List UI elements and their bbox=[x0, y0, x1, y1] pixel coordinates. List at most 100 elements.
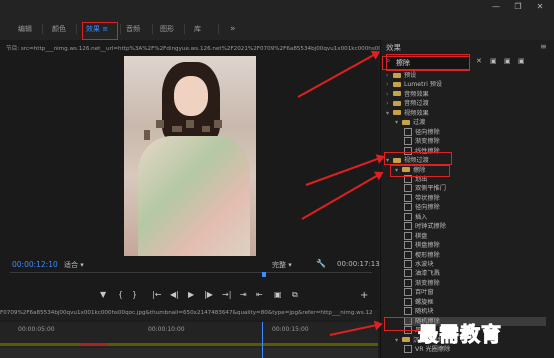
tree-effect-item[interactable]: 时钟式擦除 bbox=[404, 222, 546, 231]
tab-divider bbox=[184, 24, 185, 34]
effects-panel-title[interactable]: 效果 bbox=[386, 42, 401, 53]
yuv-effects-icon[interactable]: ▣ bbox=[518, 57, 526, 65]
tab-libraries[interactable]: 库 bbox=[194, 22, 201, 36]
folder-icon bbox=[393, 91, 401, 97]
tree-effect-item[interactable]: 带状擦除 bbox=[404, 193, 546, 203]
effect-icon bbox=[404, 184, 412, 193]
chevron-right-icon[interactable]: › bbox=[386, 71, 393, 80]
tab-color[interactable]: 颜色 bbox=[52, 22, 66, 36]
tree-effect-item[interactable]: 楔形擦除 bbox=[404, 250, 546, 260]
step-forward-button[interactable]: |▶ bbox=[204, 290, 213, 299]
tree-item-label: 楔形擦除 bbox=[415, 251, 440, 259]
32bit-effects-icon[interactable]: ▣ bbox=[504, 57, 512, 65]
tree-item-label: 棋盘 bbox=[415, 232, 428, 240]
folder-icon bbox=[393, 100, 401, 106]
tree-folder[interactable]: › 预设 bbox=[386, 71, 546, 80]
mark-in-button[interactable]: { bbox=[118, 290, 123, 299]
tree-effect-item[interactable]: 螺旋框 bbox=[404, 297, 546, 307]
effect-icon bbox=[404, 241, 412, 250]
timeline-tab[interactable]: F0709%2F6a85534bj00qvu1x001kc000hs00qoc.… bbox=[0, 310, 378, 320]
tree-effect-item[interactable]: 随机块 bbox=[404, 307, 546, 316]
annotation-box-wipe bbox=[390, 165, 450, 177]
annotation-box-search bbox=[386, 54, 470, 71]
tree-folder[interactable]: ▾ 过渡 bbox=[395, 118, 546, 127]
restore-icon[interactable]: ❐ bbox=[512, 2, 524, 12]
chevron-down-icon[interactable]: ▾ bbox=[386, 109, 393, 118]
tree-effect-item[interactable]: 径向擦除 bbox=[404, 127, 546, 137]
extract-button[interactable]: ⇤ bbox=[256, 290, 263, 299]
current-timecode[interactable]: 00:00:12:10 bbox=[12, 260, 58, 269]
panel-menu-icon[interactable]: ≡ bbox=[540, 42, 547, 51]
tree-effect-item[interactable]: 渐变擦除 bbox=[404, 137, 546, 146]
tree-item-label: 音频过渡 bbox=[404, 100, 429, 108]
tab-divider bbox=[152, 24, 153, 34]
add-marker-button[interactable]: ▼ bbox=[100, 290, 106, 299]
export-frame-icon[interactable]: ▣ bbox=[274, 290, 282, 299]
tree-item-label: 径向擦除 bbox=[415, 128, 440, 136]
video-track[interactable] bbox=[0, 348, 378, 358]
tree-effect-item[interactable]: 径向擦除 bbox=[404, 203, 546, 212]
chevron-down-icon[interactable]: ▾ bbox=[395, 118, 402, 127]
mark-out-button[interactable]: } bbox=[132, 290, 137, 299]
effect-icon bbox=[404, 269, 412, 278]
effect-icon bbox=[404, 260, 412, 268]
tree-item-label: 带状擦除 bbox=[415, 194, 440, 202]
zoom-select[interactable]: 适合 ▾ bbox=[64, 260, 84, 270]
ruler-label: 00:00:10:00 bbox=[148, 326, 185, 333]
tree-effect-item[interactable]: 水波块 bbox=[404, 260, 546, 269]
monitor-scrubber[interactable] bbox=[10, 272, 372, 279]
tree-folder[interactable]: › 音频过渡 bbox=[386, 99, 546, 108]
tree-effect-item[interactable]: 棋盘擦除 bbox=[404, 241, 546, 250]
tab-edit[interactable]: 编辑 bbox=[18, 22, 32, 36]
tree-effect-item[interactable]: 百叶窗 bbox=[404, 288, 546, 297]
effect-icon bbox=[404, 250, 412, 259]
close-icon[interactable]: ✕ bbox=[534, 2, 546, 12]
tree-item-label: 百叶窗 bbox=[415, 289, 434, 297]
clear-search-icon[interactable]: ✕ bbox=[476, 57, 484, 65]
chevron-down-icon[interactable]: ▾ bbox=[395, 336, 402, 345]
annotation-box-effects-tab bbox=[82, 22, 118, 40]
effect-icon bbox=[404, 203, 412, 212]
tab-divider bbox=[76, 24, 77, 34]
tree-effect-item[interactable]: 渐变擦除 bbox=[404, 278, 546, 288]
tree-folder[interactable]: ▾ 视频效果 bbox=[386, 109, 546, 118]
comparison-view-icon[interactable]: ⧉ bbox=[292, 290, 298, 300]
watermark-logo: 最需教育 bbox=[418, 322, 502, 347]
tree-effect-item[interactable]: 双侧平推门 bbox=[404, 184, 546, 193]
button-editor-icon[interactable]: + bbox=[360, 290, 368, 301]
tab-divider bbox=[120, 24, 121, 34]
more-workspaces-icon[interactable]: » bbox=[230, 22, 236, 36]
effect-icon bbox=[404, 222, 412, 231]
lift-button[interactable]: ⇥ bbox=[240, 290, 247, 299]
playhead-marker[interactable] bbox=[262, 272, 266, 277]
tree-item-label: Lumetri 预设 bbox=[404, 81, 443, 89]
accelerated-effects-icon[interactable]: ▣ bbox=[490, 57, 498, 65]
tab-graphics[interactable]: 图形 bbox=[160, 22, 174, 36]
tree-folder[interactable]: › 音频效果 bbox=[386, 90, 546, 99]
folder-icon bbox=[393, 72, 401, 78]
work-area-bar[interactable] bbox=[0, 343, 378, 346]
resolution-select[interactable]: 完整 ▾ bbox=[272, 260, 292, 270]
tree-item-label: 视频效果 bbox=[404, 109, 429, 117]
effect-icon bbox=[404, 137, 412, 146]
tree-item-label: 随机块 bbox=[415, 308, 434, 316]
tree-effect-item[interactable]: 油漆飞溅 bbox=[404, 269, 546, 278]
tree-item-label: 预设 bbox=[404, 72, 417, 79]
tree-item-label: 双侧平推门 bbox=[415, 185, 446, 193]
tree-folder[interactable]: › Lumetri 预设 bbox=[386, 80, 546, 89]
chevron-right-icon[interactable]: › bbox=[386, 90, 393, 99]
play-button[interactable]: ▶ bbox=[188, 290, 194, 299]
step-back-button[interactable]: ◀| bbox=[170, 290, 179, 299]
tree-effect-item[interactable]: 插入 bbox=[404, 212, 546, 222]
tree-item-label: 插入 bbox=[415, 213, 428, 221]
wrench-icon[interactable]: 🔧 bbox=[316, 259, 326, 268]
go-to-in-button[interactable]: |← bbox=[152, 290, 161, 299]
minimize-icon[interactable]: — bbox=[490, 2, 502, 12]
tree-effect-item[interactable]: 棋盘 bbox=[404, 231, 546, 241]
go-to-out-button[interactable]: →| bbox=[222, 290, 231, 299]
duration-timecode: 00:00:17:13 bbox=[337, 260, 380, 268]
chevron-right-icon[interactable]: › bbox=[386, 99, 393, 108]
tab-audio[interactable]: 音频 bbox=[126, 22, 140, 36]
timeline-playhead[interactable] bbox=[262, 322, 263, 358]
chevron-right-icon[interactable]: › bbox=[386, 80, 393, 89]
